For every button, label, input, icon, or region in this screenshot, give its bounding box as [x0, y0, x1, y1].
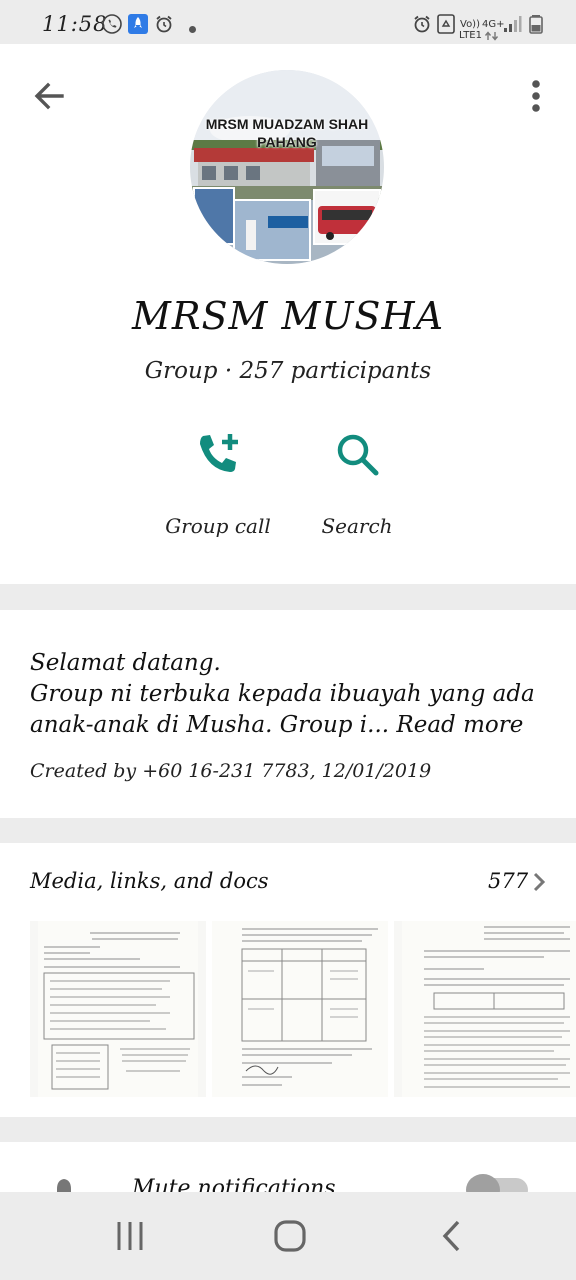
description-line: anak-anak di Musha. Group i... Read more: [30, 710, 560, 741]
recent-apps-icon[interactable]: [108, 1216, 152, 1256]
group-description[interactable]: Selamat datang. Group ni terbuka kepada …: [0, 610, 576, 818]
media-links-docs-label[interactable]: Media, links, and docs: [30, 869, 269, 893]
back-arrow-icon[interactable]: [28, 74, 72, 118]
notification-dot-icon: [189, 26, 196, 33]
description-text: Selamat datang. Group ni terbuka kepada …: [30, 648, 560, 741]
avatar-title-line2: PAHANG: [257, 134, 317, 150]
recycle-icon: [437, 14, 455, 34]
group-info-header: MRSM MUADZAM SHAH PAHANG MRSM MUSHA Grou…: [0, 44, 576, 584]
group-call-label: Group call: [165, 514, 271, 538]
avatar-title-line1: MRSM MUADZAM SHAH: [205, 116, 369, 132]
group-name: MRSM MUSHA: [131, 294, 445, 338]
search-icon: [337, 434, 379, 476]
alarm-icon: [156, 15, 172, 33]
media-thumbnail[interactable]: [212, 921, 388, 1097]
document-image: [402, 921, 576, 1097]
carrier-bottom: LTE1: [459, 30, 482, 41]
chevron-right-icon[interactable]: [530, 870, 548, 894]
carrier-top: Vo)): [460, 19, 480, 30]
document-image: [38, 921, 198, 1097]
phone-call-icon: [102, 14, 122, 34]
alarm-icon: [414, 15, 430, 33]
description-line: Group ni terbuka kepada ibuayah yang ada: [30, 681, 535, 707]
group-subtitle: Group · 257 participants: [144, 358, 432, 384]
created-by-text: Created by +60 16-231 7783, 12/01/2019: [30, 760, 432, 782]
add-call-icon: [200, 434, 238, 472]
description-line: Selamat datang.: [30, 650, 221, 676]
search-button[interactable]: Search: [282, 430, 432, 550]
signal-icon: [504, 16, 522, 32]
home-icon[interactable]: [268, 1216, 312, 1256]
rocket-app-icon: [128, 14, 148, 34]
media-thumbnail[interactable]: [394, 921, 576, 1097]
system-navigation-bar: [0, 1192, 576, 1280]
back-nav-icon[interactable]: [430, 1216, 474, 1256]
group-avatar[interactable]: MRSM MUADZAM SHAH PAHANG: [190, 70, 384, 264]
description-line-text: anak-anak di Musha. Group i...: [30, 712, 390, 738]
media-section: Media, links, and docs 577: [0, 843, 576, 1117]
media-count[interactable]: 577: [488, 869, 528, 893]
status-time: 11:58: [42, 12, 108, 36]
battery-icon: [529, 15, 543, 34]
group-photo: [190, 70, 384, 264]
more-options-icon[interactable]: [518, 74, 554, 118]
document-image: [212, 921, 388, 1097]
data-arrows-icon: [484, 31, 499, 41]
read-more-link[interactable]: Read more: [396, 712, 523, 738]
media-thumbnail[interactable]: [30, 921, 206, 1097]
search-label: Search: [321, 514, 393, 538]
status-bar: 11:58 Vo)) LTE1 4G+: [0, 0, 576, 44]
group-call-button[interactable]: Group call: [143, 430, 293, 550]
